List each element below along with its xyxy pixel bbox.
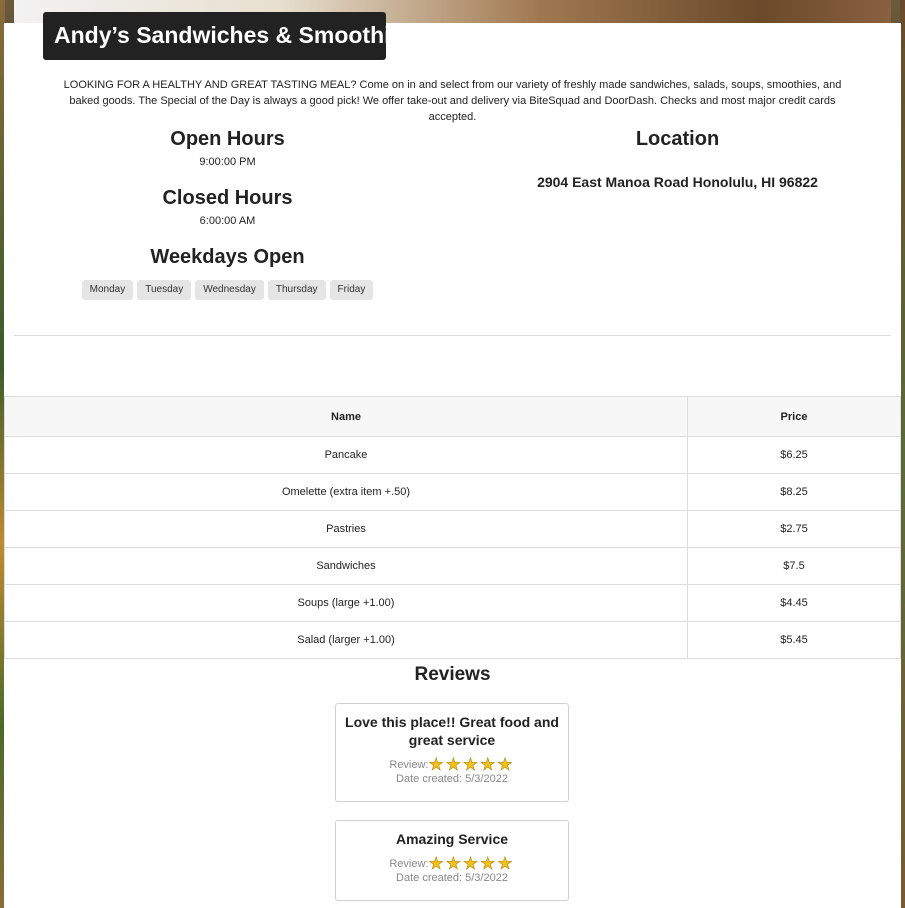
reviews-heading: Reviews — [414, 664, 491, 685]
item-price: $7.5 — [687, 547, 901, 585]
table-row: Sandwiches $7.5 — [4, 547, 901, 585]
item-name: Pancake — [4, 436, 688, 474]
item-name: Omelette (extra item +.50) — [4, 473, 688, 511]
review-label: Review: — [389, 759, 429, 771]
hours-section: Open Hours 9:00:00 PM Closed Hours 6:00:… — [40, 124, 415, 300]
table-row: Pastries $2.75 — [4, 510, 901, 548]
item-price: $6.25 — [687, 436, 901, 474]
table-row: Salad (larger +1.00) $5.45 — [4, 621, 901, 659]
closed-hours-value: 6:00:00 AM — [199, 215, 256, 227]
star-icon-group: ★★★★★ — [428, 755, 515, 774]
table-row: Omelette (extra item +.50) $8.25 — [4, 473, 901, 511]
weekday-chip: Monday — [81, 280, 134, 300]
weekday-chip: Tuesday — [137, 280, 192, 300]
item-price: $5.45 — [687, 621, 901, 659]
star-icon-group: ★★★★★ — [428, 854, 515, 873]
review-text: Love this place!! Great food and great s… — [345, 714, 559, 748]
review-rating: Review: ★★★★★ — [336, 854, 568, 873]
item-price: $8.25 — [687, 473, 901, 511]
weekdays-heading: Weekdays Open — [150, 246, 305, 268]
section-divider — [14, 335, 891, 336]
item-price: $4.45 — [687, 584, 901, 622]
review-card: Love this place!! Great food and great s… — [335, 703, 569, 802]
review-date: Date created: 5/3/2022 — [396, 872, 508, 884]
intro-text: LOOKING FOR A HEALTHY AND GREAT TASTING … — [63, 79, 842, 123]
column-header-name: Name — [4, 396, 688, 437]
location-heading: Location — [635, 128, 720, 150]
review-card: Amazing Service Review: ★★★★★ Date creat… — [335, 820, 569, 901]
item-name: Sandwiches — [4, 547, 688, 585]
item-name: Soups (large +1.00) — [4, 584, 688, 622]
open-hours-heading: Open Hours — [170, 128, 285, 150]
review-date: Date created: 5/3/2022 — [396, 773, 508, 785]
review-rating: Review: ★★★★★ — [336, 755, 568, 774]
item-name: Pastries — [4, 510, 688, 548]
table-row: Soups (large +1.00) $4.45 — [4, 584, 901, 622]
weekday-chip: Thursday — [267, 280, 326, 300]
item-name: Salad (larger +1.00) — [4, 621, 688, 659]
column-header-price: Price — [687, 396, 901, 437]
open-hours-value: 9:00:00 PM — [199, 156, 256, 168]
closed-hours-heading: Closed Hours — [162, 187, 293, 209]
review-text: Amazing Service — [395, 831, 509, 847]
location-address: 2904 East Manoa Road Honolulu, HI 96822 — [537, 174, 818, 190]
weekday-chip: Friday — [329, 280, 374, 300]
weekday-chips: Monday Tuesday Wednesday Thursday Friday — [40, 280, 415, 300]
review-label: Review: — [389, 858, 429, 870]
table-header-row: Name Price — [4, 396, 901, 437]
table-row: Pancake $6.25 — [4, 436, 901, 474]
item-price: $2.75 — [687, 510, 901, 548]
menu-table: Name Price Pancake $6.25 Omelette (extra… — [4, 396, 901, 659]
page-title: Andy’s Sandwiches & Smoothies — [43, 12, 416, 60]
weekday-chip: Wednesday — [195, 280, 264, 300]
location-section: Location 2904 East Manoa Road Honolulu, … — [490, 124, 865, 192]
